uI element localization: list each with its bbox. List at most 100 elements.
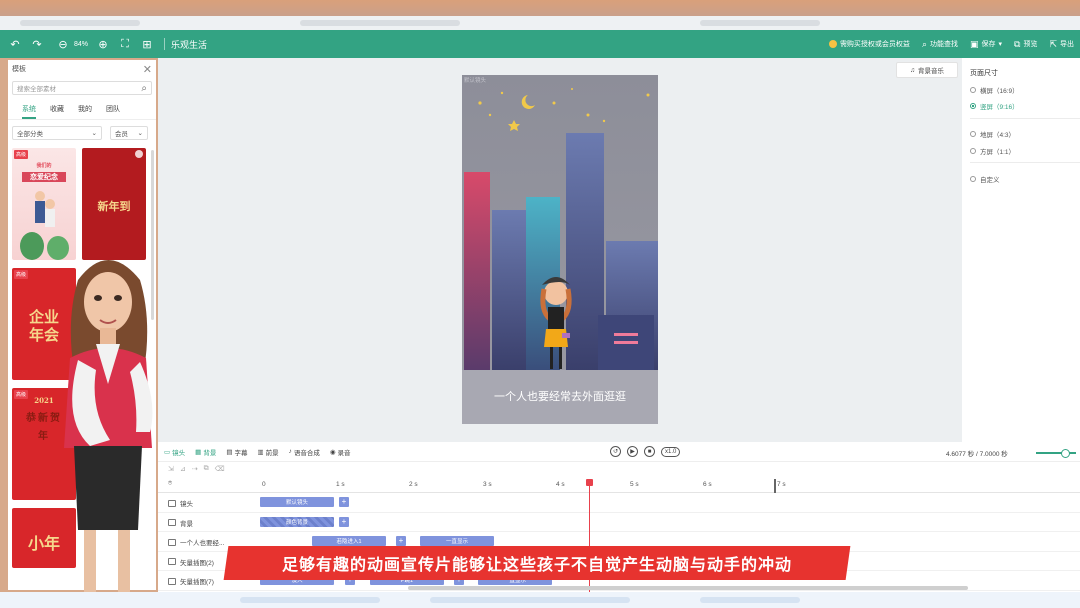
- tab-system[interactable]: 系统: [22, 104, 36, 119]
- speed-button[interactable]: x1.0: [661, 446, 681, 457]
- size-option-portrait[interactable]: 竖屏（9:16）: [962, 101, 1027, 111]
- page-size-title: 页面尺寸: [970, 70, 998, 77]
- project-title[interactable]: 乐观生活: [171, 38, 207, 51]
- presenter-avatar: [64, 260, 153, 600]
- category-filter-select[interactable]: 全部分类 ⌄: [12, 126, 102, 140]
- timeline-ruler[interactable]: ⌾ 0 1 s 2 s 3 s 4 s 5 s 6 s 7 s: [158, 477, 1080, 493]
- tick-label: 3 s: [483, 481, 492, 488]
- track-label: 一个人也要经...: [180, 540, 225, 547]
- save-button[interactable]: ▣ 保存 ▾: [970, 39, 1002, 50]
- timeline-scrollbar[interactable]: [408, 586, 968, 590]
- tab-team[interactable]: 团队: [106, 104, 120, 119]
- stage-subtitle[interactable]: 一个人也要经常去外面逛逛: [462, 388, 658, 404]
- copy-icon[interactable]: ⧉: [204, 465, 209, 473]
- size-option-landscape[interactable]: 横屏（16:9）: [962, 85, 1027, 95]
- member-filter-select[interactable]: 会员 ⌄: [110, 126, 148, 140]
- chevron-down-icon: ⌄: [91, 130, 97, 137]
- category-filter-value: 全部分类: [17, 131, 43, 138]
- track-clip[interactable]: 一直显示: [420, 536, 494, 546]
- zoom-level: 84%: [74, 40, 89, 48]
- foreground-icon: ▥: [257, 448, 264, 456]
- redo-icon[interactable]: ↷: [30, 37, 44, 51]
- track-clip[interactable]: 默认镜头: [260, 497, 334, 507]
- end-marker[interactable]: [774, 479, 776, 493]
- track-clip[interactable]: 若隐进入1: [312, 536, 386, 546]
- video-caption-text: 足够有趣的动画宣传片能够让这些孩子不自觉产生动脑与动手的冲动: [281, 557, 792, 574]
- trim-icon[interactable]: ⊿: [180, 465, 186, 473]
- tab-favorites[interactable]: 收藏: [50, 104, 64, 119]
- video-caption-banner: 足够有趣的动画宣传片能够让这些孩子不自觉产生动脑与动手的冲动: [223, 546, 851, 580]
- search-input[interactable]: 搜索全部素材 ⌕: [12, 81, 152, 95]
- search-placeholder: 搜索全部素材: [17, 86, 56, 93]
- fullscreen-icon[interactable]: ⛶: [118, 37, 132, 51]
- track-row[interactable]: 镜头 默认镜头 +: [158, 493, 1080, 513]
- grid-icon[interactable]: ⊞: [140, 37, 154, 51]
- stop-icon[interactable]: ■: [644, 446, 655, 457]
- undo-icon[interactable]: ↶: [8, 37, 22, 51]
- split-icon[interactable]: ⇲: [168, 465, 174, 473]
- tts-icon: ♪: [288, 448, 292, 455]
- video-top-frame: [0, 0, 1080, 16]
- tick-label: 6 s: [703, 481, 712, 488]
- text-icon: [168, 538, 176, 546]
- timeline-zoom-slider[interactable]: [1036, 449, 1076, 458]
- city-night-illustration: [462, 75, 658, 424]
- track-clip[interactable]: 颜色背景: [260, 516, 334, 527]
- vip-icon: [828, 40, 837, 48]
- zoom-out-icon[interactable]: ⊖: [56, 37, 70, 51]
- vip-notice[interactable]: 需购买授权或会员权益: [828, 39, 910, 49]
- template-tabs: 系统 收藏 我的 团队: [8, 98, 156, 120]
- add-clip-icon[interactable]: +: [339, 497, 349, 507]
- play-icon[interactable]: ▶: [627, 446, 638, 457]
- ruler-snap-icon[interactable]: ⌾: [168, 480, 172, 488]
- add-clip-icon[interactable]: +: [339, 516, 349, 527]
- track-row[interactable]: 背景 颜色背景 +: [158, 513, 1080, 532]
- tab-record[interactable]: ◉ 录音: [330, 447, 351, 457]
- preview-button[interactable]: ⧉ 预览: [1014, 39, 1037, 50]
- timeline-tools: ⇲ ⊿ ⇢ ⧉ ⌫: [158, 462, 1080, 476]
- export-button[interactable]: ⇱ 导出: [1049, 39, 1074, 50]
- tab-tts[interactable]: ♪ 语音合成: [289, 447, 320, 457]
- size-option-square[interactable]: 方屏（1:1）: [962, 146, 1023, 156]
- delete-icon[interactable]: ⌫: [215, 465, 225, 473]
- background-music-label: 背景音乐: [917, 68, 944, 75]
- tab-label: 背景: [203, 449, 217, 457]
- tab-label: 前景: [265, 449, 279, 457]
- background-music-button[interactable]: ♫ 背景音乐: [896, 62, 958, 78]
- tick-label: 2 s: [409, 481, 418, 488]
- size-option-label: 横屏（16:9）: [980, 88, 1019, 95]
- chevron-down-icon: ▾: [998, 41, 1003, 48]
- add-clip-icon[interactable]: +: [396, 536, 406, 546]
- track-label: 镜头: [180, 501, 193, 508]
- close-icon[interactable]: ✕: [143, 63, 152, 76]
- move-icon[interactable]: ⇢: [192, 465, 198, 473]
- stage-canvas[interactable]: 默认镜头 一个人也要经常去外面逛逛: [462, 75, 658, 424]
- feature-search-button[interactable]: ⌕ 功能查找: [922, 39, 958, 50]
- tab-subtitle[interactable]: ▤ 字幕: [226, 447, 247, 457]
- tab-mine[interactable]: 我的: [78, 104, 92, 119]
- radio-icon: [970, 131, 976, 137]
- thumbnail-badge: 高级: [14, 270, 29, 279]
- background-icon: [168, 519, 176, 526]
- radio-icon: [970, 176, 976, 182]
- search-icon[interactable]: ⌕: [141, 83, 147, 94]
- time-display: 4.6077 秒 / 7.0000 秒: [946, 451, 1008, 458]
- size-option-label: 竖屏（9:16）: [980, 104, 1019, 111]
- tab-label: 语音合成: [293, 449, 320, 457]
- image-icon: [168, 558, 176, 565]
- preview-icon: ⧉: [1014, 38, 1021, 49]
- top-toolbar: ↶ ↷ ⊖ 84% ⊕ ⛶ ⊞ 乐观生活 需购买授权或会员权益 ⌕ 功能查找 ▣…: [0, 30, 1080, 58]
- more-icon[interactable]: [135, 150, 143, 158]
- zoom-in-icon[interactable]: ⊕: [96, 37, 110, 51]
- radio-icon: [970, 87, 976, 93]
- tick-label: 5 s: [630, 481, 639, 488]
- thumbnail-text: 新年到: [97, 200, 131, 213]
- divider: [970, 118, 1080, 119]
- rewind-icon[interactable]: ↺: [610, 446, 621, 457]
- tab-foreground[interactable]: ▥ 前景: [257, 447, 278, 457]
- divider: [970, 162, 1080, 163]
- size-option-4-3[interactable]: 地屏（4:3）: [962, 129, 1023, 139]
- tab-background[interactable]: ▦ 背景: [195, 447, 216, 457]
- bottom-frame: [0, 592, 1080, 608]
- size-option-custom[interactable]: 自定义: [962, 174, 1008, 184]
